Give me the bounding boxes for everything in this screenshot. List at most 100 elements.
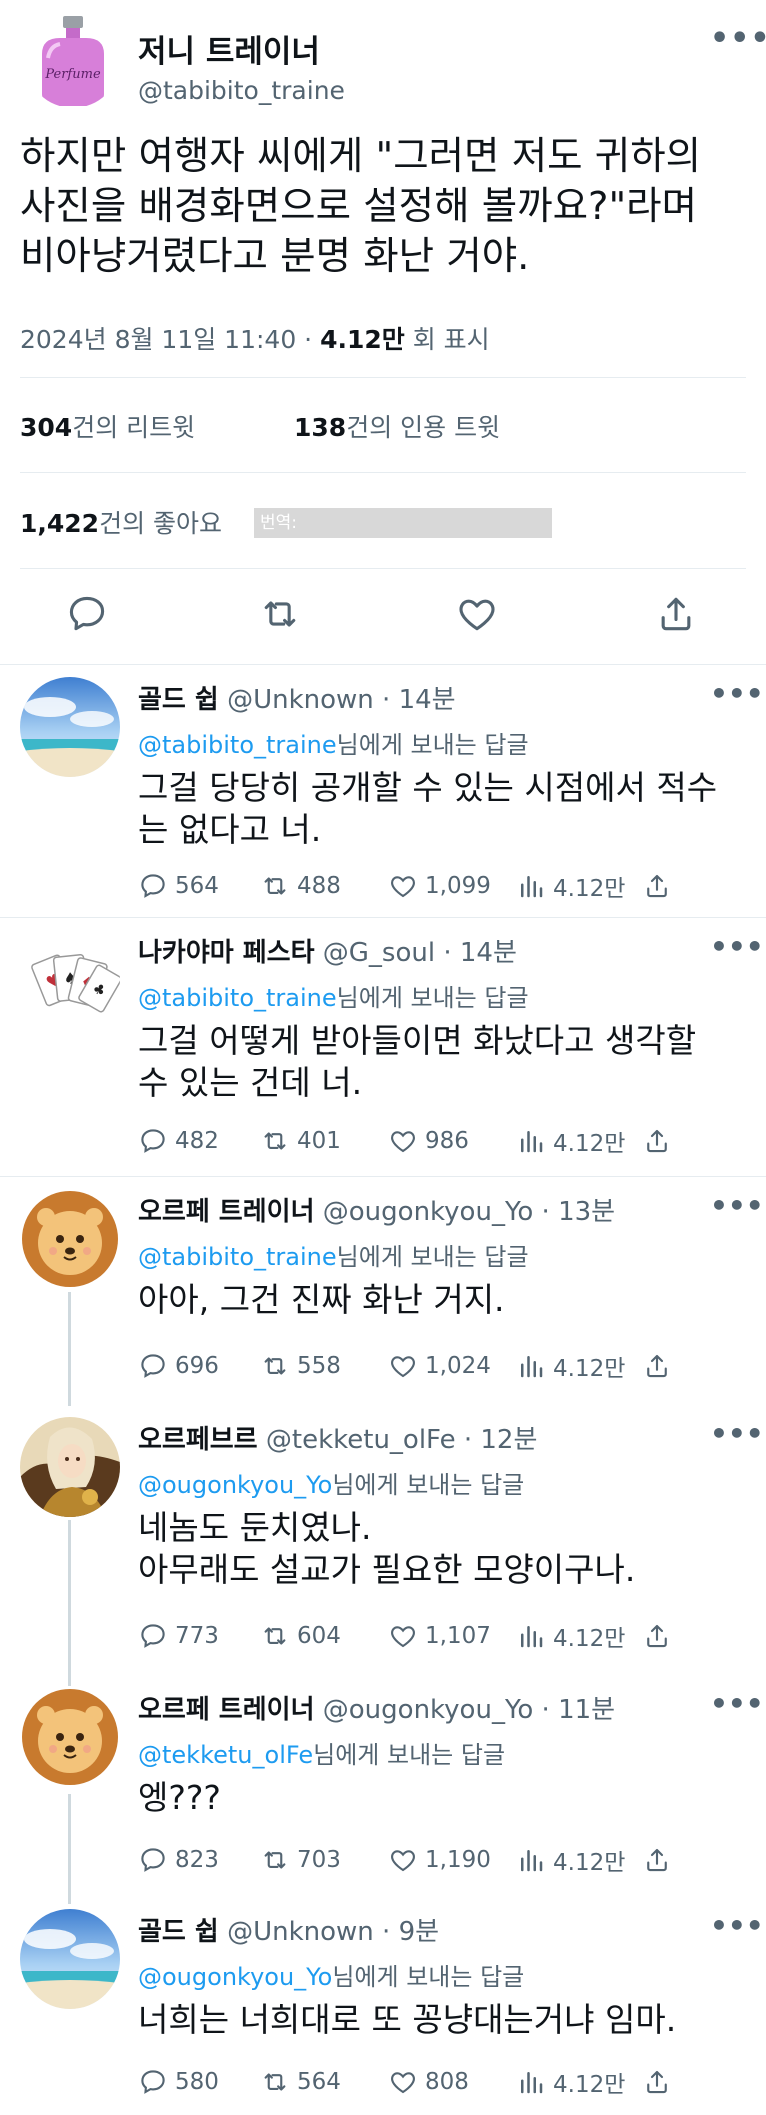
like-icon[interactable]: [455, 592, 499, 636]
reply-author-handle[interactable]: @Unknown: [227, 1917, 374, 1947]
reply-count: 580: [175, 2069, 219, 2095]
reply-button[interactable]: 482: [138, 1124, 219, 1158]
retweet-stat[interactable]: 304건의 리트윗: [20, 408, 195, 444]
retweet-label: 건의 리트윗: [72, 413, 196, 442]
reply-author-name[interactable]: 골드 쉽: [138, 685, 219, 715]
reply-tweet: 오르페 트레이너 @ougonkyou_Yo · 11분 ••• @tekket…: [0, 1673, 766, 1895]
reply-text: 아아, 그건 진짜 화난 거지.: [138, 1280, 505, 1319]
more-icon[interactable]: •••: [710, 680, 764, 713]
lion-avatar[interactable]: [20, 1189, 120, 1289]
reply-time: · 11분: [533, 1695, 616, 1725]
like-count: 808: [425, 2069, 469, 2095]
more-icon[interactable]: •••: [710, 24, 766, 60]
more-icon[interactable]: •••: [710, 1192, 764, 1225]
reply-tweet: ♥ ♠ ♦ ♣ 나카야마 페스타 @G_soul · 14분 ••• @tabi…: [0, 918, 766, 1176]
like-count: 1,422: [20, 509, 100, 538]
author-name[interactable]: 저니 트레이너: [138, 26, 320, 71]
views-button[interactable]: 4.12만: [516, 1619, 625, 1653]
share-button[interactable]: [642, 1843, 679, 1877]
reply-to-line: @ougonkyou_Yo님에게 보내는 답글: [138, 1957, 524, 1992]
reply-button[interactable]: 564: [138, 869, 219, 903]
view-count[interactable]: 4.12만: [320, 325, 405, 354]
like-button[interactable]: 808: [388, 2065, 469, 2099]
reply-time: · 14분: [435, 938, 517, 968]
reply-button[interactable]: 580: [138, 2065, 219, 2099]
reply-action-bar: 696 558 1,024 4.12만: [138, 1349, 758, 1383]
reply-header: 오르페 트레이너 @ougonkyou_Yo · 13분: [138, 1191, 615, 1228]
reply-to-line: @tabibito_traine님에게 보내는 답글: [138, 725, 529, 760]
lion-avatar[interactable]: [20, 1687, 120, 1787]
character-avatar[interactable]: [20, 1417, 120, 1517]
views-button[interactable]: 4.12만: [516, 1124, 625, 1158]
reply-icon: [141, 2070, 165, 2094]
share-button[interactable]: [642, 1619, 679, 1653]
reply-author-name[interactable]: 오르페브르: [138, 1425, 258, 1455]
like-button[interactable]: 986: [388, 1124, 469, 1158]
reply-time: · 14분: [373, 685, 456, 715]
share-button[interactable]: [642, 869, 679, 903]
quote-stat[interactable]: 138건의 인용 트윗: [294, 408, 500, 444]
retweet-button[interactable]: 564: [260, 2065, 341, 2099]
reply-to-link[interactable]: @ougonkyou_Yo: [138, 1963, 332, 1991]
more-icon[interactable]: •••: [710, 1690, 764, 1723]
author-handle[interactable]: @tabibito_traine: [138, 76, 345, 105]
reply-icon[interactable]: [65, 592, 109, 636]
share-button[interactable]: [642, 1349, 679, 1383]
share-button[interactable]: [642, 2065, 679, 2099]
reply-tweet: 오르페브르 @tekketu_olFe · 12분 ••• @ougonkyou…: [0, 1403, 766, 1673]
views-button[interactable]: 4.12만: [516, 1349, 625, 1383]
reply-to-link[interactable]: @tabibito_traine: [138, 731, 337, 759]
author-avatar[interactable]: Perfume: [26, 14, 120, 108]
reply-header: 나카야마 페스타 @G_soul · 14분: [138, 932, 517, 969]
retweet-icon: [264, 1851, 286, 1869]
reply-to-link[interactable]: @tabibito_traine: [138, 984, 337, 1012]
reply-button[interactable]: 696: [138, 1349, 219, 1383]
reply-to-link[interactable]: @ougonkyou_Yo: [138, 1471, 332, 1499]
like-button[interactable]: 1,107: [388, 1619, 491, 1653]
reply-author-name[interactable]: 오르페 트레이너: [138, 1197, 315, 1227]
retweet-icon[interactable]: [258, 592, 302, 636]
retweet-button[interactable]: 488: [260, 869, 341, 903]
share-button[interactable]: [642, 1124, 679, 1158]
views-button[interactable]: 4.12만: [516, 2065, 625, 2099]
reply-action-bar: 482 401 986 4.12만: [138, 1124, 758, 1158]
reply-icon: [141, 1848, 165, 1872]
reply-count: 773: [175, 1623, 219, 1649]
reply-author-name[interactable]: 나카야마 페스타: [138, 938, 315, 968]
like-count: 1,099: [425, 873, 491, 899]
like-icon: [391, 876, 415, 898]
reply-author-name[interactable]: 오르페 트레이너: [138, 1695, 315, 1725]
like-stat[interactable]: 1,422건의 좋아요: [20, 504, 222, 540]
reply-to-link[interactable]: @tabibito_traine: [138, 1243, 337, 1271]
retweet-button[interactable]: 703: [260, 1843, 341, 1877]
beach-avatar[interactable]: [20, 1909, 120, 2009]
views-icon: [521, 1131, 543, 1153]
more-icon[interactable]: •••: [710, 933, 764, 966]
views-icon: [521, 1626, 543, 1648]
reply-action-bar: 580 564 808 4.12만: [138, 2065, 758, 2099]
reply-button[interactable]: 773: [138, 1619, 219, 1653]
views-button[interactable]: 4.12만: [516, 869, 625, 903]
retweet-button[interactable]: 604: [260, 1619, 341, 1653]
reply-author-handle[interactable]: @ougonkyou_Yo: [323, 1695, 534, 1725]
like-count: 986: [425, 1128, 469, 1154]
more-icon[interactable]: •••: [710, 1420, 764, 1453]
cards-avatar[interactable]: ♥ ♠ ♦ ♣: [20, 930, 120, 1030]
beach-avatar[interactable]: [20, 677, 120, 777]
reply-author-handle[interactable]: @G_soul: [323, 938, 435, 968]
like-button[interactable]: 1,024: [388, 1349, 491, 1383]
reply-text: 엥???: [138, 1778, 221, 1817]
reply-to-link[interactable]: @tekketu_olFe: [138, 1741, 313, 1769]
reply-author-handle[interactable]: @ougonkyou_Yo: [323, 1197, 534, 1227]
more-icon[interactable]: •••: [710, 1912, 764, 1945]
reply-author-handle[interactable]: @Unknown: [227, 685, 374, 715]
like-button[interactable]: 1,099: [388, 869, 491, 903]
reply-button[interactable]: 823: [138, 1843, 219, 1877]
views-button[interactable]: 4.12만: [516, 1843, 625, 1877]
like-button[interactable]: 1,190: [388, 1843, 491, 1877]
reply-author-handle[interactable]: @tekketu_olFe: [266, 1425, 456, 1455]
reply-author-name[interactable]: 골드 쉽: [138, 1917, 219, 1947]
share-icon[interactable]: [654, 592, 698, 636]
retweet-button[interactable]: 558: [260, 1349, 341, 1383]
retweet-button[interactable]: 401: [260, 1124, 341, 1158]
